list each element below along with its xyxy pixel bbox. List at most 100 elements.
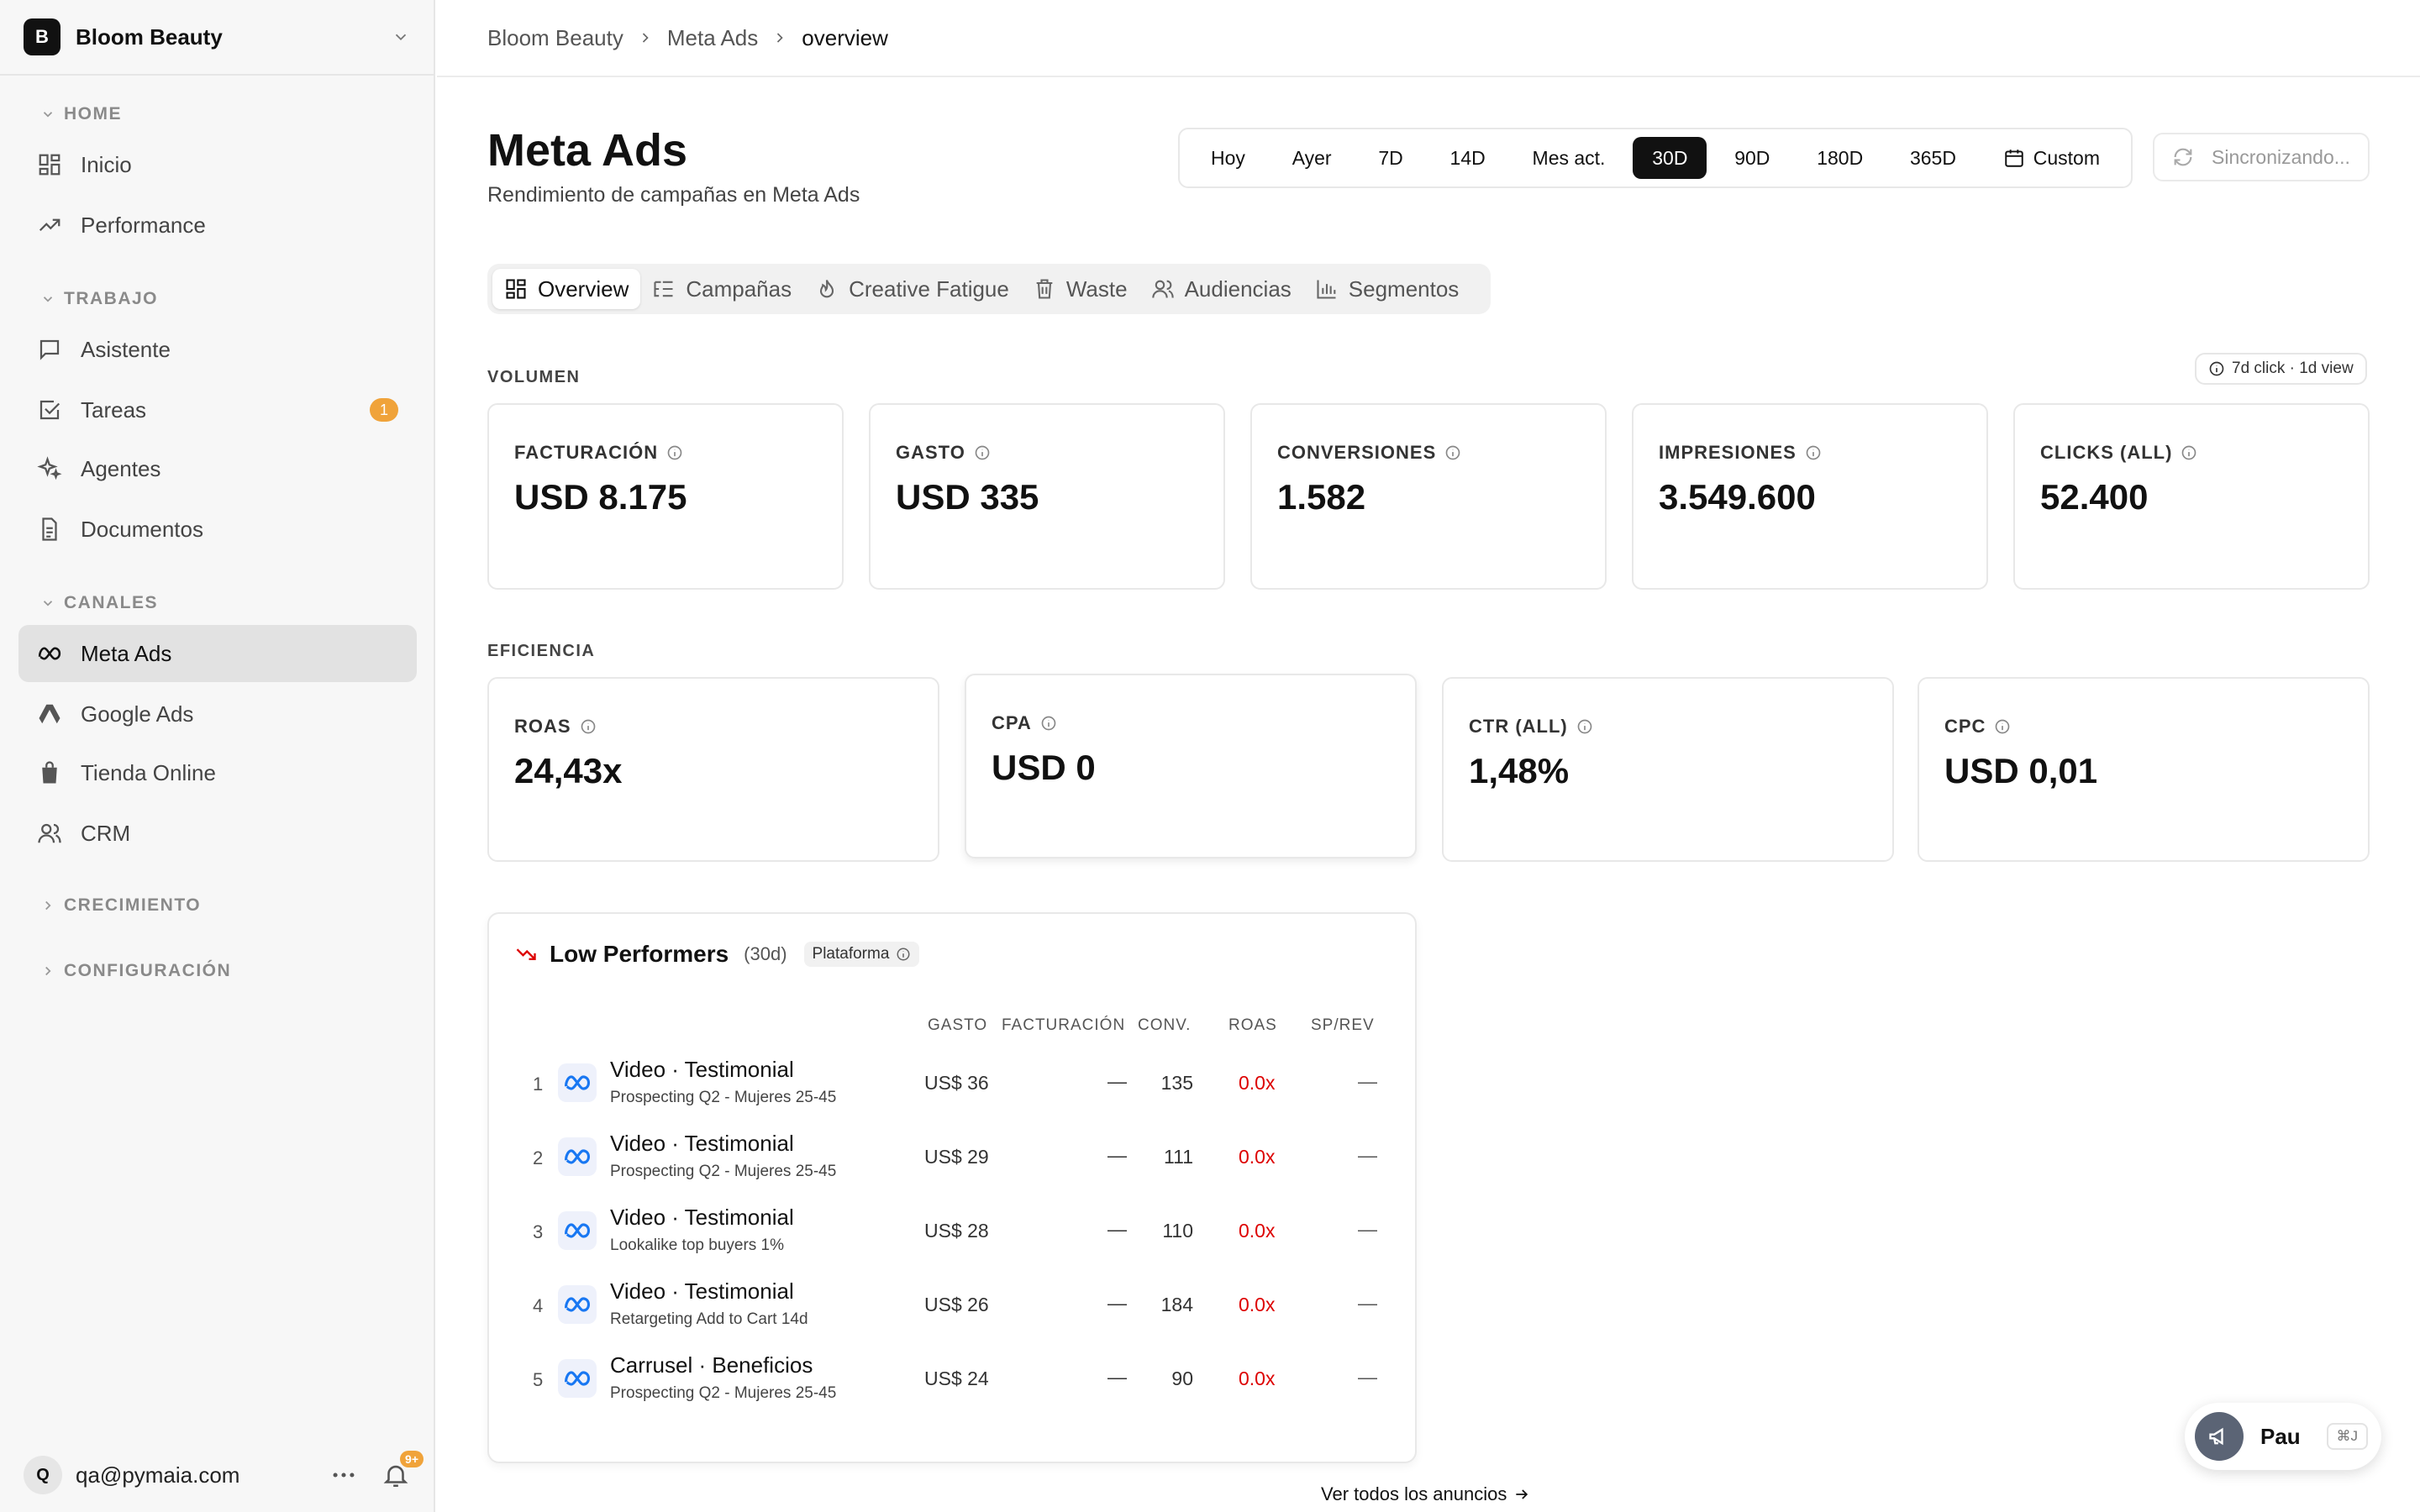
table-row[interactable]: 4 Video · Testimonial Retargeting Add to…: [489, 1278, 1418, 1337]
sparkles-icon: [37, 456, 62, 480]
column-header-gasto[interactable]: GASTO: [928, 1016, 987, 1035]
column-header-sprev[interactable]: SP/REV: [1311, 1016, 1375, 1035]
user-footer: Q qa@pymaia.com 9+: [24, 1450, 424, 1500]
ad-campaign: Prospecting Q2 - Mujeres 25-45: [610, 1384, 837, 1402]
range-30d[interactable]: 30D: [1633, 137, 1707, 179]
chevron-down-icon: [43, 601, 53, 606]
low-performers-period: (30d): [744, 943, 787, 964]
cell-roas: 0.0x: [1239, 1146, 1276, 1168]
range-hoy[interactable]: Hoy: [1192, 137, 1265, 179]
section-eficiencia-label: EFICIENCIA: [487, 642, 596, 660]
assistant-launcher[interactable]: Pau ⌘J: [2185, 1403, 2381, 1470]
info-icon[interactable]: [974, 444, 991, 461]
sidebar-item-google-ads[interactable]: Google Ads: [18, 685, 417, 743]
breadcrumb-channel[interactable]: Meta Ads: [667, 25, 758, 51]
workspace-switcher[interactable]: B Bloom Beauty: [24, 18, 410, 55]
view-tabs: Overview Campañas Creative Fatigue Waste…: [487, 264, 1491, 314]
tab-audiencias[interactable]: Audiencias: [1139, 269, 1303, 309]
arrow-right-icon: [1516, 1489, 1528, 1499]
section-home-label: HOME: [64, 104, 122, 123]
column-header-facturacion[interactable]: FACTURACIÓN: [1002, 1016, 1125, 1035]
table-row[interactable]: 1 Video · Testimonial Prospecting Q2 - M…: [489, 1057, 1418, 1116]
sidebar-item-meta-ads[interactable]: Meta Ads: [18, 625, 417, 682]
row-rank: 4: [533, 1295, 544, 1316]
see-all-ads-link[interactable]: Ver todos los anuncios: [1321, 1483, 1530, 1505]
more-icon[interactable]: [329, 1461, 358, 1489]
range-ayer[interactable]: Ayer: [1273, 137, 1351, 179]
column-header-conv[interactable]: CONV.: [1138, 1016, 1191, 1035]
ad-campaign: Retargeting Add to Cart 14d: [610, 1310, 808, 1328]
dashboard-icon: [39, 154, 60, 176]
cell-facturacion: —: [1107, 1070, 1127, 1092]
section-configuracion[interactable]: CONFIGURACIÓN: [40, 961, 231, 981]
range-mes-actual[interactable]: Mes act.: [1513, 137, 1625, 179]
kpi-label: CONVERSIONES: [1277, 442, 1461, 464]
sidebar-item-label: Google Ads: [81, 701, 194, 727]
low-performers-title: Low Performers: [550, 941, 729, 967]
platform-pill[interactable]: Plataforma: [803, 942, 920, 967]
sidebar-item-label: Tienda Online: [81, 759, 216, 785]
tab-segmentos[interactable]: Segmentos: [1303, 269, 1471, 309]
range-90d[interactable]: 90D: [1715, 137, 1789, 179]
section-trabajo[interactable]: TRABAJO: [40, 289, 158, 309]
tab-label: Audiencias: [1184, 276, 1292, 302]
sidebar-item-documentos[interactable]: Documentos: [18, 501, 417, 558]
tab-creative-fatigue[interactable]: Creative Fatigue: [803, 269, 1021, 309]
cell-conv: 184: [1160, 1294, 1193, 1315]
range-custom-button[interactable]: Custom: [1984, 137, 2119, 179]
info-icon[interactable]: [666, 444, 683, 461]
section-configuracion-label: CONFIGURACIÓN: [64, 961, 232, 980]
sidebar-item-crm[interactable]: CRM: [18, 805, 417, 862]
column-header-roas[interactable]: ROAS: [1228, 1016, 1277, 1035]
sidebar-item-agentes[interactable]: Agentes: [18, 440, 417, 497]
kpi-card-roas: ROAS 24,43x: [487, 677, 939, 862]
avatar[interactable]: Q: [24, 1456, 62, 1494]
info-icon[interactable]: [2181, 444, 2197, 461]
section-crecimiento[interactable]: CRECIMIENTO: [40, 895, 201, 916]
table-row[interactable]: 5 Carrusel · Beneficios Prospecting Q2 -…: [489, 1352, 1418, 1411]
tab-waste[interactable]: Waste: [1021, 269, 1139, 309]
tab-overview[interactable]: Overview: [492, 269, 641, 309]
table-row[interactable]: 2 Video · Testimonial Prospecting Q2 - M…: [489, 1131, 1418, 1189]
bar-chart-icon: [1317, 280, 1336, 299]
cell-gasto: US$ 29: [924, 1146, 989, 1168]
notifications-button[interactable]: 9+: [381, 1451, 424, 1489]
section-canales[interactable]: CANALES: [40, 593, 158, 613]
table-row[interactable]: 3 Video · Testimonial Lookalike top buye…: [489, 1205, 1418, 1263]
section-home[interactable]: HOME: [40, 104, 122, 124]
range-7d[interactable]: 7D: [1359, 137, 1422, 179]
cell-facturacion: —: [1107, 1218, 1127, 1240]
sidebar-item-inicio[interactable]: Inicio: [18, 136, 417, 193]
info-icon[interactable]: [580, 718, 597, 735]
range-365d[interactable]: 365D: [1891, 137, 1975, 179]
info-icon[interactable]: [1040, 715, 1057, 732]
chevron-down-icon: [395, 34, 407, 41]
date-range-selector: Hoy Ayer 7D 14D Mes act. 30D 90D 180D 36…: [1178, 128, 2133, 188]
attribution-badge[interactable]: 7d click · 1d view: [2195, 353, 2367, 385]
section-crecimiento-label: CRECIMIENTO: [64, 895, 202, 915]
range-14d[interactable]: 14D: [1431, 137, 1505, 179]
info-icon[interactable]: [1444, 444, 1461, 461]
kpi-label-text: FACTURACIÓN: [514, 442, 659, 463]
users-icon: [38, 823, 61, 843]
tab-campanas[interactable]: Campañas: [640, 269, 803, 309]
sync-button[interactable]: Sincronizando...: [2153, 133, 2370, 181]
meta-icon: [38, 647, 61, 660]
cell-sprev: —: [1358, 1070, 1377, 1092]
page-title: Meta Ads: [487, 125, 688, 176]
info-icon[interactable]: [1994, 718, 2011, 735]
info-icon[interactable]: [1805, 444, 1822, 461]
sidebar-item-tienda-online[interactable]: Tienda Online: [18, 744, 417, 801]
sidebar-item-performance[interactable]: Performance: [18, 197, 417, 254]
chevron-right-icon: [45, 900, 51, 911]
sidebar-item-tareas[interactable]: Tareas 1: [18, 381, 417, 438]
breadcrumb-workspace[interactable]: Bloom Beauty: [487, 25, 623, 51]
sidebar-item-asistente[interactable]: Asistente: [18, 321, 417, 378]
cell-facturacion: —: [1107, 1144, 1127, 1166]
row-rank: 1: [533, 1074, 544, 1095]
info-icon[interactable]: [1576, 718, 1593, 735]
cell-facturacion: —: [1107, 1366, 1127, 1388]
range-180d[interactable]: 180D: [1797, 137, 1882, 179]
cell-roas: 0.0x: [1239, 1368, 1276, 1389]
cell-conv: 90: [1171, 1368, 1193, 1389]
